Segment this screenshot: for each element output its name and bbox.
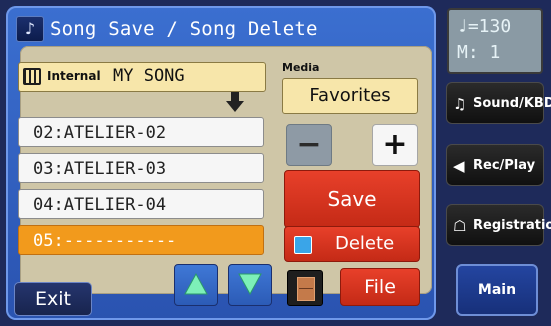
plus-button[interactable]: + — [372, 124, 418, 166]
file-cabinet-button[interactable] — [287, 270, 323, 306]
scroll-up-button[interactable] — [174, 264, 218, 306]
sound-kbd-label: Sound/KBD — [473, 96, 551, 111]
music-note-icon: ♫ — [453, 95, 467, 113]
delete-button[interactable]: Delete — [284, 226, 420, 262]
registration-label: Registration — [473, 218, 551, 233]
arrow-down-icon — [226, 92, 244, 112]
source-field[interactable]: Internal MY SONG — [18, 62, 266, 92]
source-song-name: MY SONG — [113, 66, 185, 86]
source-label: Internal — [47, 69, 101, 83]
rec-play-button[interactable]: ◀ Rec/Play — [446, 144, 544, 186]
file-button[interactable]: File — [340, 268, 420, 306]
save-button[interactable]: Save — [284, 170, 420, 228]
page-title: Song Save / Song Delete — [50, 18, 318, 40]
registration-icon: ☖ — [453, 217, 467, 235]
registration-button[interactable]: ☖ Registration — [446, 204, 551, 246]
sound-kbd-button[interactable]: ♫ Sound/KBD — [446, 82, 551, 124]
minus-button[interactable]: − — [286, 124, 332, 166]
file-cabinet-icon — [297, 277, 315, 301]
exit-button[interactable]: Exit — [14, 282, 92, 316]
triangle-down-icon — [238, 273, 262, 295]
list-item[interactable]: 03:ATELIER-03 — [18, 153, 264, 183]
scroll-down-button[interactable] — [228, 264, 272, 306]
list-item-selected[interactable]: 05:----------- — [18, 225, 264, 255]
list-item[interactable]: 04:ATELIER-04 — [18, 189, 264, 219]
internal-memory-icon — [23, 68, 41, 85]
tempo-value: ♩=130 — [457, 16, 512, 37]
speaker-icon: ◀ — [453, 157, 465, 175]
main-button[interactable]: Main — [456, 264, 538, 316]
trash-icon — [294, 236, 312, 254]
measure-value: M: 1 — [457, 42, 501, 63]
media-select[interactable]: Favorites — [282, 78, 418, 114]
list-item[interactable]: 02:ATELIER-02 — [18, 117, 264, 147]
delete-label: Delete — [335, 233, 395, 254]
media-label: Media — [282, 61, 320, 74]
triangle-up-icon — [184, 273, 208, 295]
rec-play-label: Rec/Play — [473, 158, 536, 173]
tempo-display: ♩=130 M: 1 — [447, 8, 543, 74]
song-icon: ♪ — [16, 16, 44, 42]
